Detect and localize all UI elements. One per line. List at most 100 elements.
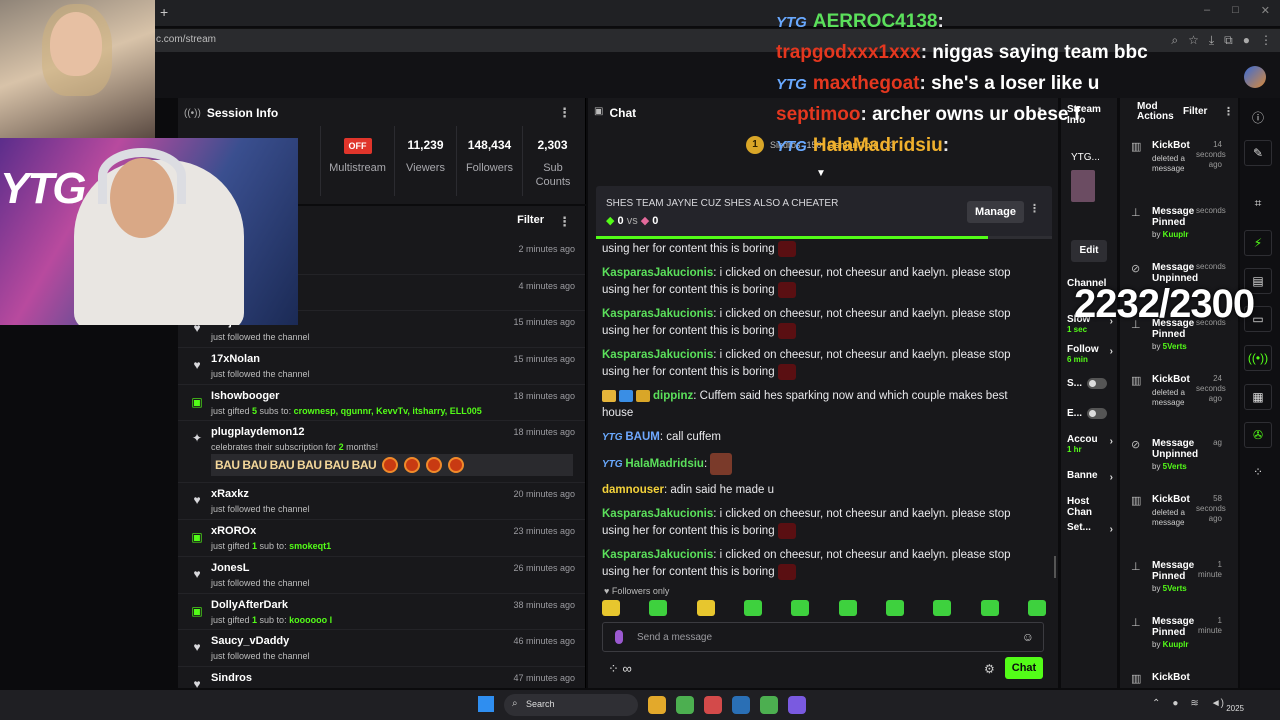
send-chat-button[interactable]: Chat bbox=[1005, 657, 1043, 679]
setting-toggle[interactable] bbox=[1087, 378, 1107, 389]
stream-thumbnail[interactable] bbox=[1071, 170, 1095, 202]
save-icon[interactable]: ▦ bbox=[1244, 384, 1272, 410]
windows-start-icon[interactable] bbox=[478, 696, 494, 712]
chrome-icon[interactable] bbox=[676, 696, 694, 714]
mic-tray-icon[interactable]: ● bbox=[1172, 698, 1178, 709]
new-tab-button[interactable]: + bbox=[160, 4, 168, 20]
chat-settings-icon[interactable]: ⚙ bbox=[984, 662, 995, 676]
mic-icon[interactable] bbox=[615, 630, 623, 644]
channel-setting-row[interactable]: Host Chan bbox=[1067, 496, 1115, 518]
feed-event-user[interactable]: xROROx bbox=[211, 525, 256, 537]
emote-icon bbox=[404, 457, 421, 474]
chrome-2-icon[interactable] bbox=[760, 696, 778, 714]
chat-username[interactable]: KasparasJakucionis bbox=[602, 267, 713, 279]
chat-username[interactable]: KasparasJakucionis bbox=[602, 549, 713, 561]
chat-username[interactable]: KasparasJakucionis bbox=[602, 349, 713, 361]
moderator-name[interactable]: Kuuplr bbox=[1163, 640, 1189, 649]
feed-event[interactable]: ▣ DollyAfterDark just gifted 1 sub to: koo… bbox=[178, 594, 585, 631]
chat-scrollbar[interactable] bbox=[1054, 556, 1056, 578]
channel-setting-row[interactable]: Follow 6 min › bbox=[1067, 344, 1115, 364]
edit-stream-button[interactable]: Edit bbox=[1071, 240, 1107, 262]
emote-w[interactable] bbox=[696, 600, 715, 616]
collapse-chevron-icon[interactable]: ▼ bbox=[816, 168, 826, 179]
volume-icon[interactable]: ◄) bbox=[1211, 698, 1224, 709]
nodes-icon[interactable]: ⁘ bbox=[1244, 460, 1272, 486]
emote-7[interactable] bbox=[885, 600, 904, 616]
chat-username[interactable]: BAUM bbox=[625, 431, 660, 443]
feed-event-user[interactable]: Sindros bbox=[211, 672, 252, 684]
setting-label: Set... bbox=[1067, 522, 1091, 533]
channel-setting-row[interactable]: S... bbox=[1067, 378, 1115, 389]
channel-setting-row[interactable]: Banne › bbox=[1067, 470, 1115, 483]
chevron-right-icon[interactable]: › bbox=[1110, 346, 1113, 357]
emote-4[interactable] bbox=[743, 600, 762, 616]
emote-6[interactable] bbox=[838, 600, 857, 616]
broadcast-icon[interactable]: ((•)) bbox=[1244, 345, 1272, 371]
feed-event-user[interactable]: Saucy_vDaddy bbox=[211, 635, 289, 647]
feed-menu-icon[interactable]: ⋮ bbox=[558, 214, 571, 230]
feed-event[interactable]: ♥ Sindros 47 minutes ago bbox=[178, 667, 585, 688]
channel-setting-row[interactable]: E... bbox=[1067, 408, 1115, 419]
feed-event[interactable]: ♥ 17xNolan just followed the channel 15 min… bbox=[178, 348, 585, 385]
sub-goal-counter: 2232/2300 bbox=[1074, 282, 1255, 326]
feed-event-user[interactable]: Ishowbooger bbox=[211, 390, 279, 402]
feed-event[interactable]: ♥ JonesL just followed the channel 26 minut… bbox=[178, 557, 585, 594]
chat-username[interactable]: KasparasJakucionis bbox=[602, 508, 713, 520]
feed-event-user[interactable]: DollyAfterDark bbox=[211, 599, 288, 611]
bolt-icon[interactable]: ⚡ bbox=[1244, 230, 1272, 256]
emote-5[interactable] bbox=[791, 600, 810, 616]
url-text[interactable]: c.com/stream bbox=[156, 34, 216, 45]
emote-bang[interactable] bbox=[602, 600, 620, 616]
feed-event-user[interactable]: 17xNolan bbox=[211, 353, 260, 365]
channel-setting-row[interactable]: Accou 1 hr › bbox=[1067, 434, 1115, 454]
emote-10[interactable] bbox=[1027, 600, 1046, 616]
overlay-chat-line: YTG AERROC4138: bbox=[776, 11, 944, 32]
feed-event[interactable]: ▣ Ishowbooger just gifted 5 subs to: crown… bbox=[178, 385, 585, 422]
steam-icon[interactable] bbox=[732, 696, 750, 714]
emoji-icon[interactable]: ☺ bbox=[1022, 630, 1034, 644]
emote-9[interactable] bbox=[980, 600, 999, 616]
chat-username[interactable]: KasparasJakucionis bbox=[602, 308, 713, 320]
moderator-name[interactable]: 5Verts bbox=[1163, 584, 1187, 593]
moderator-name[interactable]: 5Verts bbox=[1163, 462, 1187, 471]
taskbar-apps bbox=[648, 696, 806, 714]
tray-chevron-icon[interactable]: ⌃ bbox=[1152, 698, 1160, 709]
feed-event[interactable]: ♥ Saucy_vDaddy just followed the channel 46… bbox=[178, 630, 585, 667]
emote-8[interactable] bbox=[933, 600, 952, 616]
poll-manage-button[interactable]: Manage bbox=[967, 201, 1024, 223]
feed-event-user[interactable]: xRaxkz bbox=[211, 488, 249, 500]
feed-filter-button[interactable]: Filter bbox=[517, 214, 544, 230]
session-menu-icon[interactable]: ⋮ bbox=[558, 105, 571, 121]
moderator-name[interactable]: Kuuplr bbox=[1163, 230, 1189, 239]
chat-username[interactable]: damnouser bbox=[602, 484, 664, 496]
chat-username[interactable]: dippinz bbox=[653, 390, 693, 402]
setting-label: Follow bbox=[1067, 344, 1099, 355]
heart-icon: ♥ bbox=[193, 676, 201, 688]
feed-event-user[interactable]: plugplaydemon12 bbox=[211, 426, 305, 438]
chevron-right-icon[interactable]: › bbox=[1110, 524, 1113, 535]
chat-message: KasparasJakucionis: i clicked on cheesur… bbox=[602, 267, 1011, 299]
setting-toggle[interactable] bbox=[1087, 408, 1107, 419]
moderator-name[interactable]: 5Verts bbox=[1163, 342, 1187, 351]
discord-icon[interactable] bbox=[788, 696, 806, 714]
chevron-right-icon[interactable]: › bbox=[1110, 436, 1113, 447]
chat-username[interactable]: HalaMadridsiu bbox=[625, 458, 704, 470]
feed-event-user[interactable]: JonesL bbox=[211, 562, 250, 574]
file-explorer-icon[interactable] bbox=[648, 696, 666, 714]
emote-k[interactable] bbox=[649, 600, 668, 616]
poll-menu-icon[interactable]: ⋮ bbox=[1029, 202, 1040, 215]
overlay-chat-name: AERROC4138 bbox=[812, 11, 938, 32]
chevron-right-icon[interactable]: › bbox=[1110, 472, 1113, 483]
feed-event[interactable]: ✦ plugplaydemon12 celebrates their subscri… bbox=[178, 421, 585, 484]
channel-setting-row[interactable]: Set... › bbox=[1067, 522, 1115, 535]
feed-event[interactable]: ♥ xRaxkz just followed the channel 20 minut… bbox=[178, 483, 585, 521]
wifi-icon[interactable]: ≋ bbox=[1190, 698, 1198, 709]
taskbar-search[interactable]: ⌕ Search bbox=[504, 694, 638, 716]
multistream-off-badge[interactable]: OFF bbox=[343, 138, 372, 154]
mod-action-by: by Kuuplr bbox=[1152, 640, 1189, 649]
crop-icon[interactable]: ⌗ bbox=[1244, 191, 1272, 217]
chat-input[interactable]: Send a message ☺ bbox=[602, 622, 1044, 652]
wrench-icon[interactable]: ✇ bbox=[1244, 422, 1272, 448]
obs-icon[interactable] bbox=[704, 696, 722, 714]
feed-event[interactable]: ▣ xROROx just gifted 1 sub to: smokeqt1 23 … bbox=[178, 520, 585, 557]
